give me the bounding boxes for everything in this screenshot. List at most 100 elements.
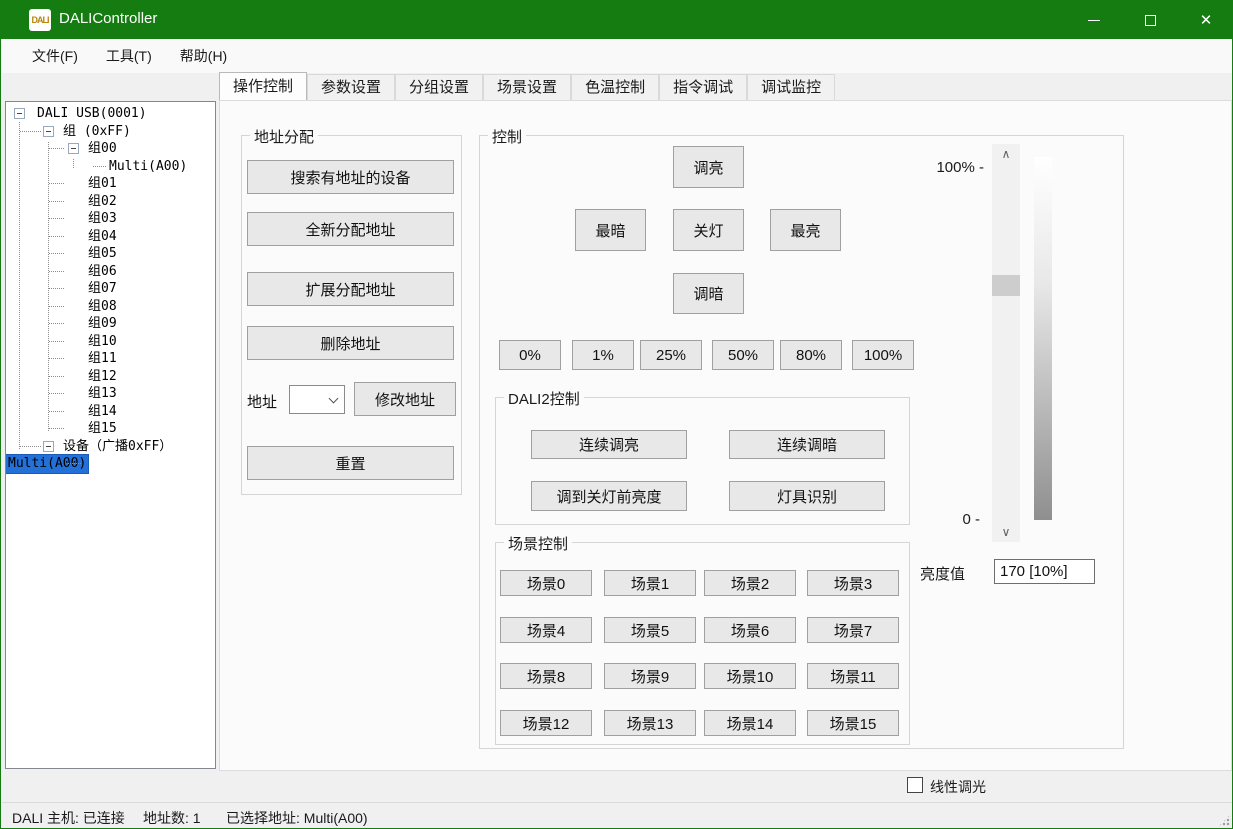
- brightness-value-label: 亮度值: [920, 563, 965, 584]
- collapse-icon[interactable]: [14, 108, 25, 119]
- slider-max-label: 100% -: [920, 159, 984, 176]
- tab-1[interactable]: 操作控制: [219, 72, 307, 100]
- scene-9-button[interactable]: 场景9: [604, 663, 696, 689]
- lamp-identify-button[interactable]: 灯具识别: [729, 481, 885, 511]
- darken-button[interactable]: 调暗: [673, 273, 744, 314]
- status-bar: DALI 主机: 已连接 地址数: 1 已选择地址: Multi(A00): [2, 802, 1233, 829]
- close-button[interactable]: ✕: [1178, 1, 1233, 39]
- extend-assign-address-button[interactable]: 扩展分配地址: [247, 272, 454, 306]
- scene-1-button[interactable]: 场景1: [604, 570, 696, 596]
- tab-page-operation-control: 地址分配 搜索有地址的设备 全新分配地址 扩展分配地址 删除地址 地址 修改地址…: [219, 100, 1232, 771]
- modify-address-button[interactable]: 修改地址: [354, 382, 456, 416]
- resize-grip[interactable]: [1218, 814, 1231, 827]
- tree-node-selected-multi-a00[interactable]: Multi(A00): [6, 455, 215, 473]
- collapse-icon[interactable]: [43, 441, 54, 452]
- continuous-darken-button[interactable]: 连续调暗: [729, 430, 885, 459]
- minimize-button[interactable]: [1066, 1, 1122, 39]
- tree-node-组05[interactable]: 组05: [6, 245, 215, 263]
- scene-12-button[interactable]: 场景12: [500, 710, 592, 736]
- tree-node-组02[interactable]: 组02: [6, 193, 215, 211]
- scene-13-button[interactable]: 场景13: [604, 710, 696, 736]
- scene-14-button[interactable]: 场景14: [704, 710, 796, 736]
- lamp-off-button[interactable]: 关灯: [673, 209, 744, 251]
- brightness-gradient-bar: [1034, 157, 1052, 520]
- percent-100-button[interactable]: 100%: [852, 340, 914, 370]
- scene-5-button[interactable]: 场景5: [604, 617, 696, 643]
- new-assign-address-button[interactable]: 全新分配地址: [247, 212, 454, 246]
- search-addressed-devices-button[interactable]: 搜索有地址的设备: [247, 160, 454, 194]
- tree-node-组12[interactable]: 组12: [6, 368, 215, 386]
- maximize-icon: [1145, 15, 1156, 26]
- brightness-value-field[interactable]: 170 [10%]: [994, 559, 1095, 584]
- tree-node-组10[interactable]: 组10: [6, 333, 215, 351]
- menu-bar: 文件(F) 工具(T) 帮助(H): [2, 39, 1233, 73]
- percent-1-button[interactable]: 1%: [572, 340, 634, 370]
- minimize-icon: [1088, 20, 1100, 21]
- tree-node-group00[interactable]: 组00: [6, 140, 215, 158]
- scene-title: 场景控制: [504, 533, 572, 554]
- scene-3-button[interactable]: 场景3: [807, 570, 899, 596]
- scrollbar-thumb[interactable]: [992, 275, 1020, 296]
- app-icon-text: DALI: [32, 15, 49, 25]
- tree-node-multi-a00[interactable]: Multi(A00): [6, 158, 215, 176]
- app-window: DALI DALIController ✕ 文件(F) 工具(T) 帮助(H) …: [0, 0, 1233, 829]
- brightest-button[interactable]: 最亮: [770, 209, 841, 251]
- tab-6[interactable]: 指令调试: [659, 74, 747, 100]
- brighten-button[interactable]: 调亮: [673, 146, 744, 188]
- slider-min-label: 0 -: [920, 511, 980, 528]
- tree-node-组04[interactable]: 组04: [6, 228, 215, 246]
- tree-node-group-parent[interactable]: 组 (0xFF): [6, 123, 215, 141]
- tab-3[interactable]: 分组设置: [395, 74, 483, 100]
- tab-5[interactable]: 色温控制: [571, 74, 659, 100]
- scroll-up-icon[interactable]: ∧: [992, 144, 1020, 164]
- scene-6-button[interactable]: 场景6: [704, 617, 796, 643]
- tree-node-device-parent[interactable]: 设备（广播0xFF）: [6, 438, 215, 456]
- window-title: DALIController: [59, 10, 157, 27]
- maximize-button[interactable]: [1122, 1, 1178, 39]
- scene-15-button[interactable]: 场景15: [807, 710, 899, 736]
- address-combobox[interactable]: [289, 385, 345, 414]
- scene-2-button[interactable]: 场景2: [704, 570, 796, 596]
- dimmest-button[interactable]: 最暗: [575, 209, 646, 251]
- tree-node-组03[interactable]: 组03: [6, 210, 215, 228]
- scene-10-button[interactable]: 场景10: [704, 663, 796, 689]
- tree-node-组08[interactable]: 组08: [6, 298, 215, 316]
- menu-file[interactable]: 文件(F): [18, 39, 92, 73]
- percent-50-button[interactable]: 50%: [712, 340, 774, 370]
- scene-11-button[interactable]: 场景11: [807, 663, 899, 689]
- linear-dimming-checkbox[interactable]: [907, 777, 923, 793]
- scene-4-button[interactable]: 场景4: [500, 617, 592, 643]
- tab-7[interactable]: 调试监控: [747, 74, 835, 100]
- brightness-scrollbar[interactable]: ∧ ∨: [992, 144, 1020, 542]
- collapse-icon[interactable]: [43, 126, 54, 137]
- address-assign-title: 地址分配: [250, 126, 318, 147]
- collapse-icon[interactable]: [68, 143, 79, 154]
- reset-button[interactable]: 重置: [247, 446, 454, 480]
- continuous-brighten-button[interactable]: 连续调亮: [531, 430, 687, 459]
- percent-25-button[interactable]: 25%: [640, 340, 702, 370]
- tab-4[interactable]: 场景设置: [483, 74, 571, 100]
- tree-node-组06[interactable]: 组06: [6, 263, 215, 281]
- dali2-title: DALI2控制: [504, 388, 584, 409]
- tree-node-组15[interactable]: 组15: [6, 420, 215, 438]
- tree-node-组11[interactable]: 组11: [6, 350, 215, 368]
- percent-80-button[interactable]: 80%: [780, 340, 842, 370]
- delete-address-button[interactable]: 删除地址: [247, 326, 454, 360]
- recall-last-level-button[interactable]: 调到关灯前亮度: [531, 481, 687, 511]
- tab-2[interactable]: 参数设置: [307, 74, 395, 100]
- tree-node-组01[interactable]: 组01: [6, 175, 215, 193]
- tree-node-组13[interactable]: 组13: [6, 385, 215, 403]
- tree-node-组09[interactable]: 组09: [6, 315, 215, 333]
- menu-help[interactable]: 帮助(H): [166, 39, 241, 73]
- menu-tools[interactable]: 工具(T): [92, 39, 166, 73]
- scene-0-button[interactable]: 场景0: [500, 570, 592, 596]
- scene-7-button[interactable]: 场景7: [807, 617, 899, 643]
- status-selected-address: 已选择地址: Multi(A00): [226, 808, 368, 828]
- tree-node-组14[interactable]: 组14: [6, 403, 215, 421]
- scene-8-button[interactable]: 场景8: [500, 663, 592, 689]
- control-title: 控制: [488, 126, 526, 147]
- percent-0-button[interactable]: 0%: [499, 340, 561, 370]
- tree-node-组07[interactable]: 组07: [6, 280, 215, 298]
- tree-node-root[interactable]: DALI USB(0001): [6, 105, 215, 123]
- scroll-down-icon[interactable]: ∨: [992, 522, 1020, 542]
